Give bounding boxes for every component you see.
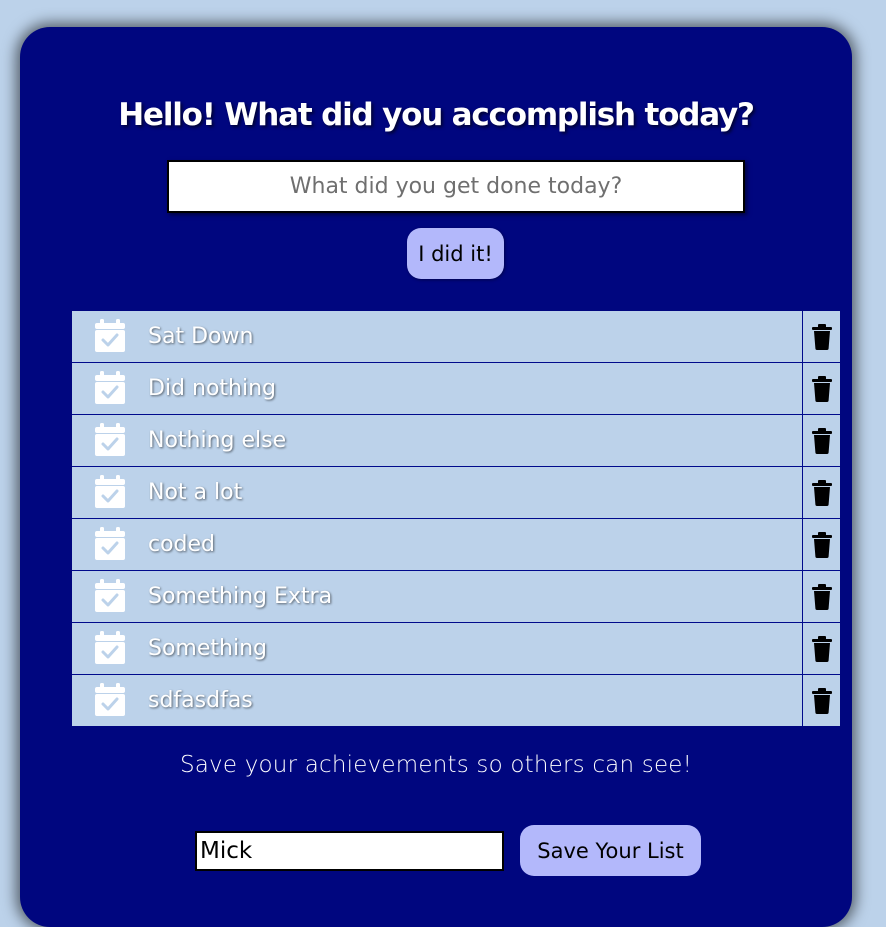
calendar-check-icon — [94, 319, 126, 353]
trash-icon[interactable] — [802, 675, 840, 726]
save-list-button[interactable]: Save Your List — [520, 825, 701, 876]
list-item-label: Sat Down — [148, 324, 254, 349]
trash-icon[interactable] — [802, 311, 840, 362]
list-item-label: Not a lot — [148, 480, 243, 505]
calendar-check-icon — [94, 371, 126, 405]
trash-icon[interactable] — [802, 519, 840, 570]
trash-icon[interactable] — [802, 415, 840, 466]
calendar-check-icon — [94, 475, 126, 509]
list-item: Not a lot — [72, 467, 840, 519]
calendar-check-icon — [94, 579, 126, 613]
trash-icon[interactable] — [802, 623, 840, 674]
trash-icon[interactable] — [802, 571, 840, 622]
main-card: Hello! What did you accomplish today? I … — [20, 27, 852, 927]
list-item: Did nothing — [72, 363, 840, 415]
save-message: Save your achievements so others can see… — [179, 752, 693, 778]
calendar-check-icon — [94, 631, 126, 665]
calendar-check-icon — [94, 423, 126, 457]
list-item-label: sdfasdfas — [148, 688, 253, 713]
task-input[interactable] — [167, 160, 745, 213]
list-item-label: Nothing else — [148, 428, 287, 453]
trash-icon[interactable] — [802, 467, 840, 518]
list-item: Something Extra — [72, 571, 840, 623]
list-item: Nothing else — [72, 415, 840, 467]
list-item: Sat Down — [72, 311, 840, 363]
list-item-label: Something Extra — [148, 584, 333, 609]
calendar-check-icon — [94, 527, 126, 561]
list-item: Something — [72, 623, 840, 675]
task-list: Sat Down Did nothing Nothing else Not a … — [72, 311, 840, 726]
name-input[interactable] — [195, 831, 504, 871]
list-item-label: coded — [148, 532, 216, 557]
list-item: sdfasdfas — [72, 675, 840, 726]
list-item-label: Something — [148, 636, 267, 661]
add-task-button[interactable]: I did it! — [407, 228, 504, 279]
page-title: Hello! What did you accomplish today? — [118, 97, 755, 133]
list-item-label: Did nothing — [148, 376, 277, 401]
list-item: coded — [72, 519, 840, 571]
trash-icon[interactable] — [802, 363, 840, 414]
calendar-check-icon — [94, 683, 126, 717]
